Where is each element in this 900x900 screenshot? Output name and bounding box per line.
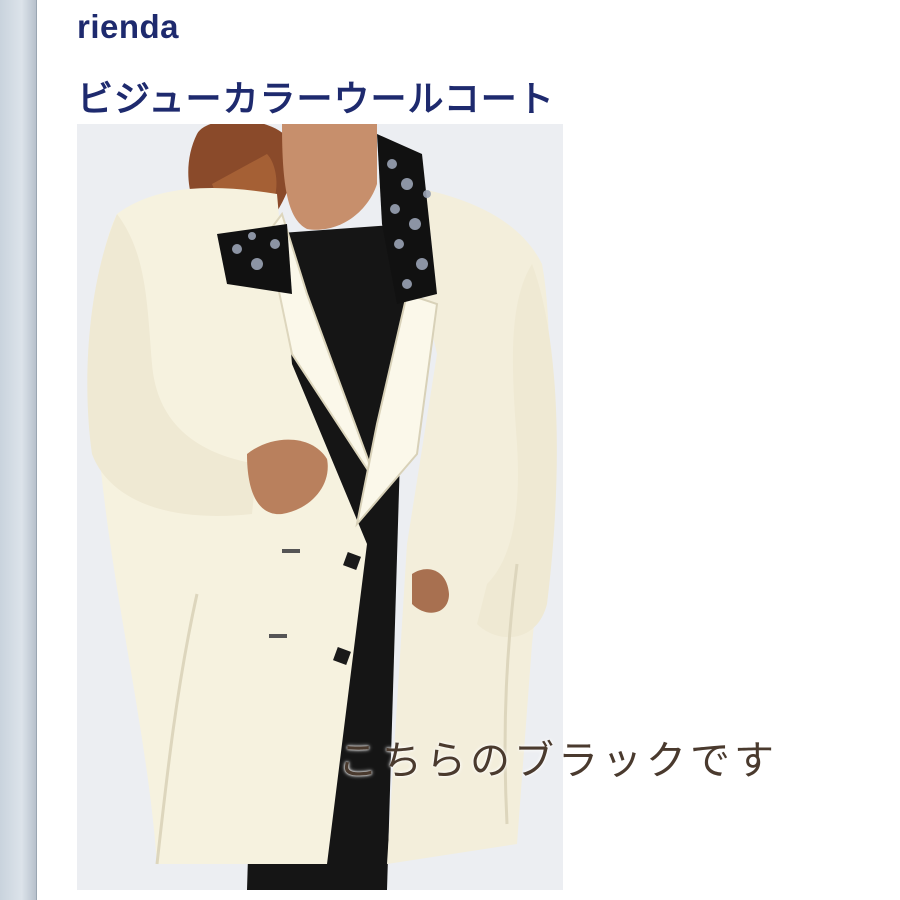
side-scroll-bar bbox=[0, 0, 37, 900]
product-title: ビジューカラーウールコート bbox=[77, 79, 555, 120]
brand-name: rienda bbox=[77, 8, 180, 45]
photo-caption: こちらのブラックです bbox=[338, 738, 778, 784]
